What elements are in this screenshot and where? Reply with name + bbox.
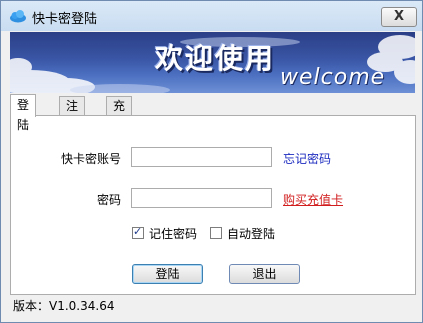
password-label: 密码 — [97, 193, 122, 207]
login-button[interactable]: 登陆 — [132, 264, 203, 284]
banner-subtitle: welcome — [280, 65, 386, 90]
tab-register[interactable]: 注册 — [59, 96, 86, 132]
cloud-icon — [10, 10, 26, 23]
login-panel: 快卡密账号 忘记密码 密码 购买充值卡 记住密码 自动登陆 登陆 退出 — [10, 115, 416, 295]
buy-card-link[interactable]: 购买充值卡 — [283, 191, 343, 208]
auto-login-label: 自动登陆 — [227, 227, 276, 241]
welcome-banner: 欢迎使用 welcome — [10, 32, 415, 93]
banner-title: 欢迎使用 — [155, 42, 276, 75]
tab-login[interactable]: 登陆 — [10, 94, 37, 132]
version-status: 版本：V1.0.34.64 — [13, 299, 115, 313]
title-bar[interactable]: 快卡密登陆 X — [1, 1, 422, 31]
forgot-password-link[interactable]: 忘记密码 — [283, 150, 331, 167]
password-input[interactable] — [131, 188, 272, 208]
auto-login-checkbox[interactable] — [210, 227, 222, 239]
login-window: 快卡密登陆 X 欢迎使用 welcome 登陆 注册 充值 快卡密账号 — [0, 0, 423, 323]
remember-password-label: 记住密码 — [149, 227, 198, 241]
account-label: 快卡密账号 — [61, 152, 122, 166]
remember-password-checkbox[interactable] — [132, 225, 144, 239]
close-button[interactable]: X — [381, 7, 417, 27]
exit-button[interactable]: 退出 — [229, 264, 300, 284]
account-input[interactable] — [131, 147, 272, 167]
tab-recharge[interactable]: 充值 — [106, 96, 133, 132]
window-title: 快卡密登陆 — [32, 12, 98, 27]
